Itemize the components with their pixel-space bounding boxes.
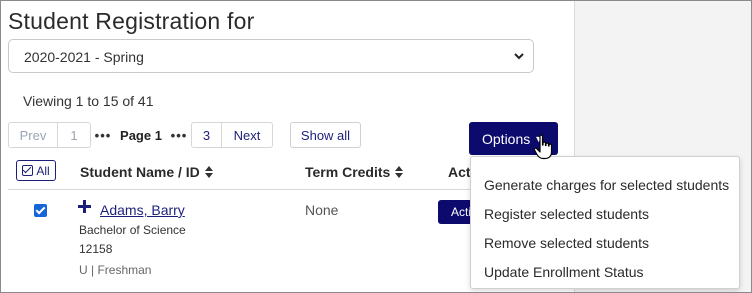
prev-page-button[interactable]: Prev bbox=[8, 122, 58, 148]
term-select-value: 2020-2021 - Spring bbox=[24, 49, 144, 65]
hand-pointer-icon bbox=[533, 134, 553, 160]
app-frame: Student Registration for 2020-2021 - Spr… bbox=[0, 0, 752, 293]
row-checkbox[interactable] bbox=[34, 204, 47, 217]
options-label: Options bbox=[482, 130, 531, 147]
show-all-button[interactable]: Show all bbox=[290, 122, 361, 148]
options-dropdown-menu: Generate charges for selected students R… bbox=[470, 156, 740, 289]
checkbox-icon bbox=[22, 165, 34, 176]
sort-icon bbox=[204, 166, 213, 178]
menu-item-generate-charges[interactable]: Generate charges for selected students bbox=[471, 170, 739, 199]
student-name-link[interactable]: Adams, Barry bbox=[100, 202, 185, 218]
select-all-button[interactable]: All bbox=[16, 160, 56, 181]
viewing-count: Viewing 1 to 15 of 41 bbox=[23, 93, 154, 109]
menu-item-remove-students[interactable]: Remove selected students bbox=[471, 228, 739, 257]
plus-icon[interactable] bbox=[78, 200, 91, 213]
ellipsis-right: ••• bbox=[167, 122, 191, 148]
pagination: Prev 1 ••• Page 1 ••• 3 Next bbox=[8, 122, 273, 149]
current-page-label: Page 1 bbox=[115, 122, 167, 148]
page-3-button[interactable]: 3 bbox=[191, 122, 222, 148]
menu-item-update-enrollment[interactable]: Update Enrollment Status bbox=[471, 257, 739, 286]
sort-icon bbox=[395, 166, 404, 178]
column-credits-label: Term Credits bbox=[305, 164, 391, 180]
menu-item-register-students[interactable]: Register selected students bbox=[471, 199, 739, 228]
student-level: U | Freshman bbox=[79, 263, 152, 277]
page-1-button[interactable]: 1 bbox=[58, 122, 91, 148]
column-header-name[interactable]: Student Name / ID bbox=[80, 164, 213, 180]
column-name-label: Student Name / ID bbox=[80, 164, 200, 180]
page-title: Student Registration for bbox=[8, 8, 255, 34]
student-program: Bachelor of Science bbox=[79, 223, 186, 237]
ellipsis-left: ••• bbox=[91, 122, 115, 148]
chevron-down-icon bbox=[514, 53, 524, 60]
column-header-credits[interactable]: Term Credits bbox=[305, 164, 404, 180]
next-page-button[interactable]: Next bbox=[222, 122, 273, 148]
student-id: 12158 bbox=[79, 242, 113, 256]
term-select[interactable]: 2020-2021 - Spring bbox=[8, 39, 534, 73]
select-all-label: All bbox=[36, 163, 50, 178]
term-credits-value: None bbox=[305, 202, 339, 218]
